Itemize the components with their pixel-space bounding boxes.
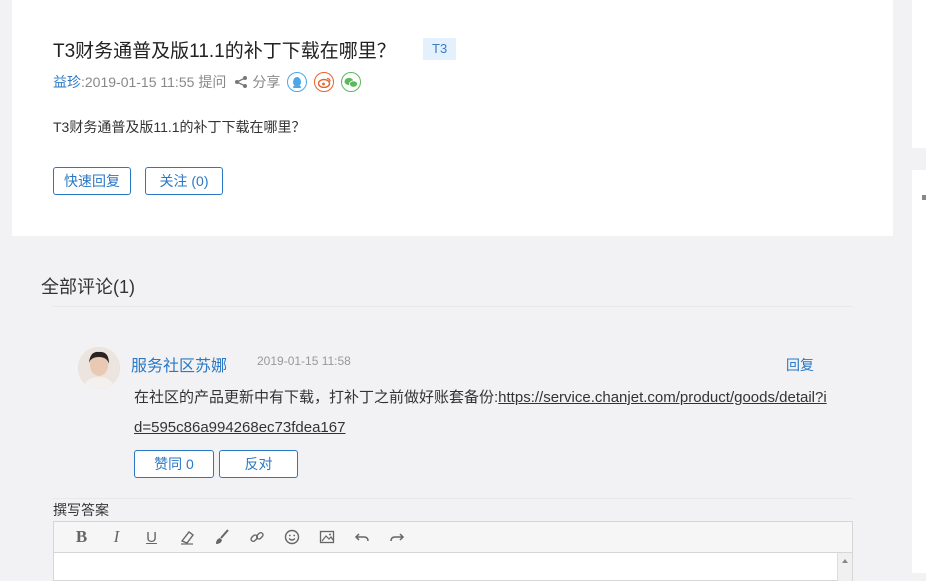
answer-editor[interactable]: B I U bbox=[53, 521, 853, 581]
agree-button[interactable]: 赞同 0 bbox=[134, 450, 214, 478]
brush-icon[interactable] bbox=[204, 522, 239, 552]
editor-scrollbar[interactable] bbox=[837, 553, 852, 581]
right-sidebar-bottom bbox=[912, 170, 926, 573]
editor-toolbar: B I U bbox=[54, 522, 852, 553]
comment-text: 在社区的产品更新中有下载，打补丁之前做好账套备份:https://service… bbox=[134, 383, 834, 443]
write-answer-label: 撰写答案 bbox=[53, 502, 109, 518]
question-body: T3财务通普及版11.1的补丁下载在哪里？ bbox=[53, 119, 306, 135]
share-control[interactable]: 分享 bbox=[234, 72, 280, 92]
bold-icon[interactable]: B bbox=[64, 522, 99, 552]
scroll-up-icon[interactable] bbox=[842, 559, 848, 563]
question-title: T3财务通普及版11.1的补丁下载在哪里？ bbox=[53, 41, 396, 62]
emoji-icon[interactable] bbox=[274, 522, 309, 552]
comments-card: 服务社区苏娜 2019-01-15 11:58 回复 在社区的产品更新中有下载，… bbox=[12, 257, 893, 581]
wechat-share-icon[interactable] bbox=[341, 72, 362, 92]
comments-divider bbox=[53, 306, 853, 307]
question-action: 提问 bbox=[198, 74, 227, 90]
follow-button[interactable]: 关注 (0) bbox=[145, 167, 223, 195]
underline-icon[interactable]: U bbox=[134, 522, 169, 552]
redo-icon[interactable] bbox=[379, 522, 414, 552]
question-meta: 益珍 : 2019-01-15 11:55 提问 分享 bbox=[53, 72, 362, 92]
link-icon[interactable] bbox=[239, 522, 274, 552]
quick-reply-button[interactable]: 快速回复 bbox=[53, 167, 131, 195]
question-time: 2019-01-15 11:55 bbox=[84, 74, 195, 90]
oppose-button[interactable]: 反对 bbox=[219, 450, 298, 478]
author-link[interactable]: 益珍 bbox=[53, 72, 81, 92]
question-tag[interactable]: T3 bbox=[423, 38, 457, 60]
share-icon bbox=[235, 76, 248, 88]
comment-time: 2019-01-15 11:58 bbox=[257, 354, 351, 368]
italic-icon[interactable]: I bbox=[99, 522, 134, 552]
weibo-share-icon[interactable] bbox=[314, 72, 335, 92]
avatar[interactable] bbox=[78, 347, 120, 389]
image-icon[interactable] bbox=[309, 522, 344, 552]
comment-user[interactable]: 服务社区苏娜 bbox=[131, 352, 227, 376]
share-label: 分享 bbox=[252, 74, 281, 90]
question-card: T3财务通普及版11.1的补丁下载在哪里？ T3 益珍 : 2019-01-15… bbox=[12, 0, 893, 236]
undo-icon[interactable] bbox=[344, 522, 379, 552]
qq-share-icon[interactable] bbox=[287, 72, 308, 92]
right-sidebar-top bbox=[912, 0, 926, 148]
comment-reply-link[interactable]: 回复 bbox=[786, 355, 814, 375]
comment-text-prefix: 在社区的产品更新中有下载，打补丁之前做好账套备份: bbox=[134, 389, 499, 406]
eraser-icon[interactable] bbox=[169, 522, 204, 552]
answer-divider bbox=[53, 498, 853, 499]
